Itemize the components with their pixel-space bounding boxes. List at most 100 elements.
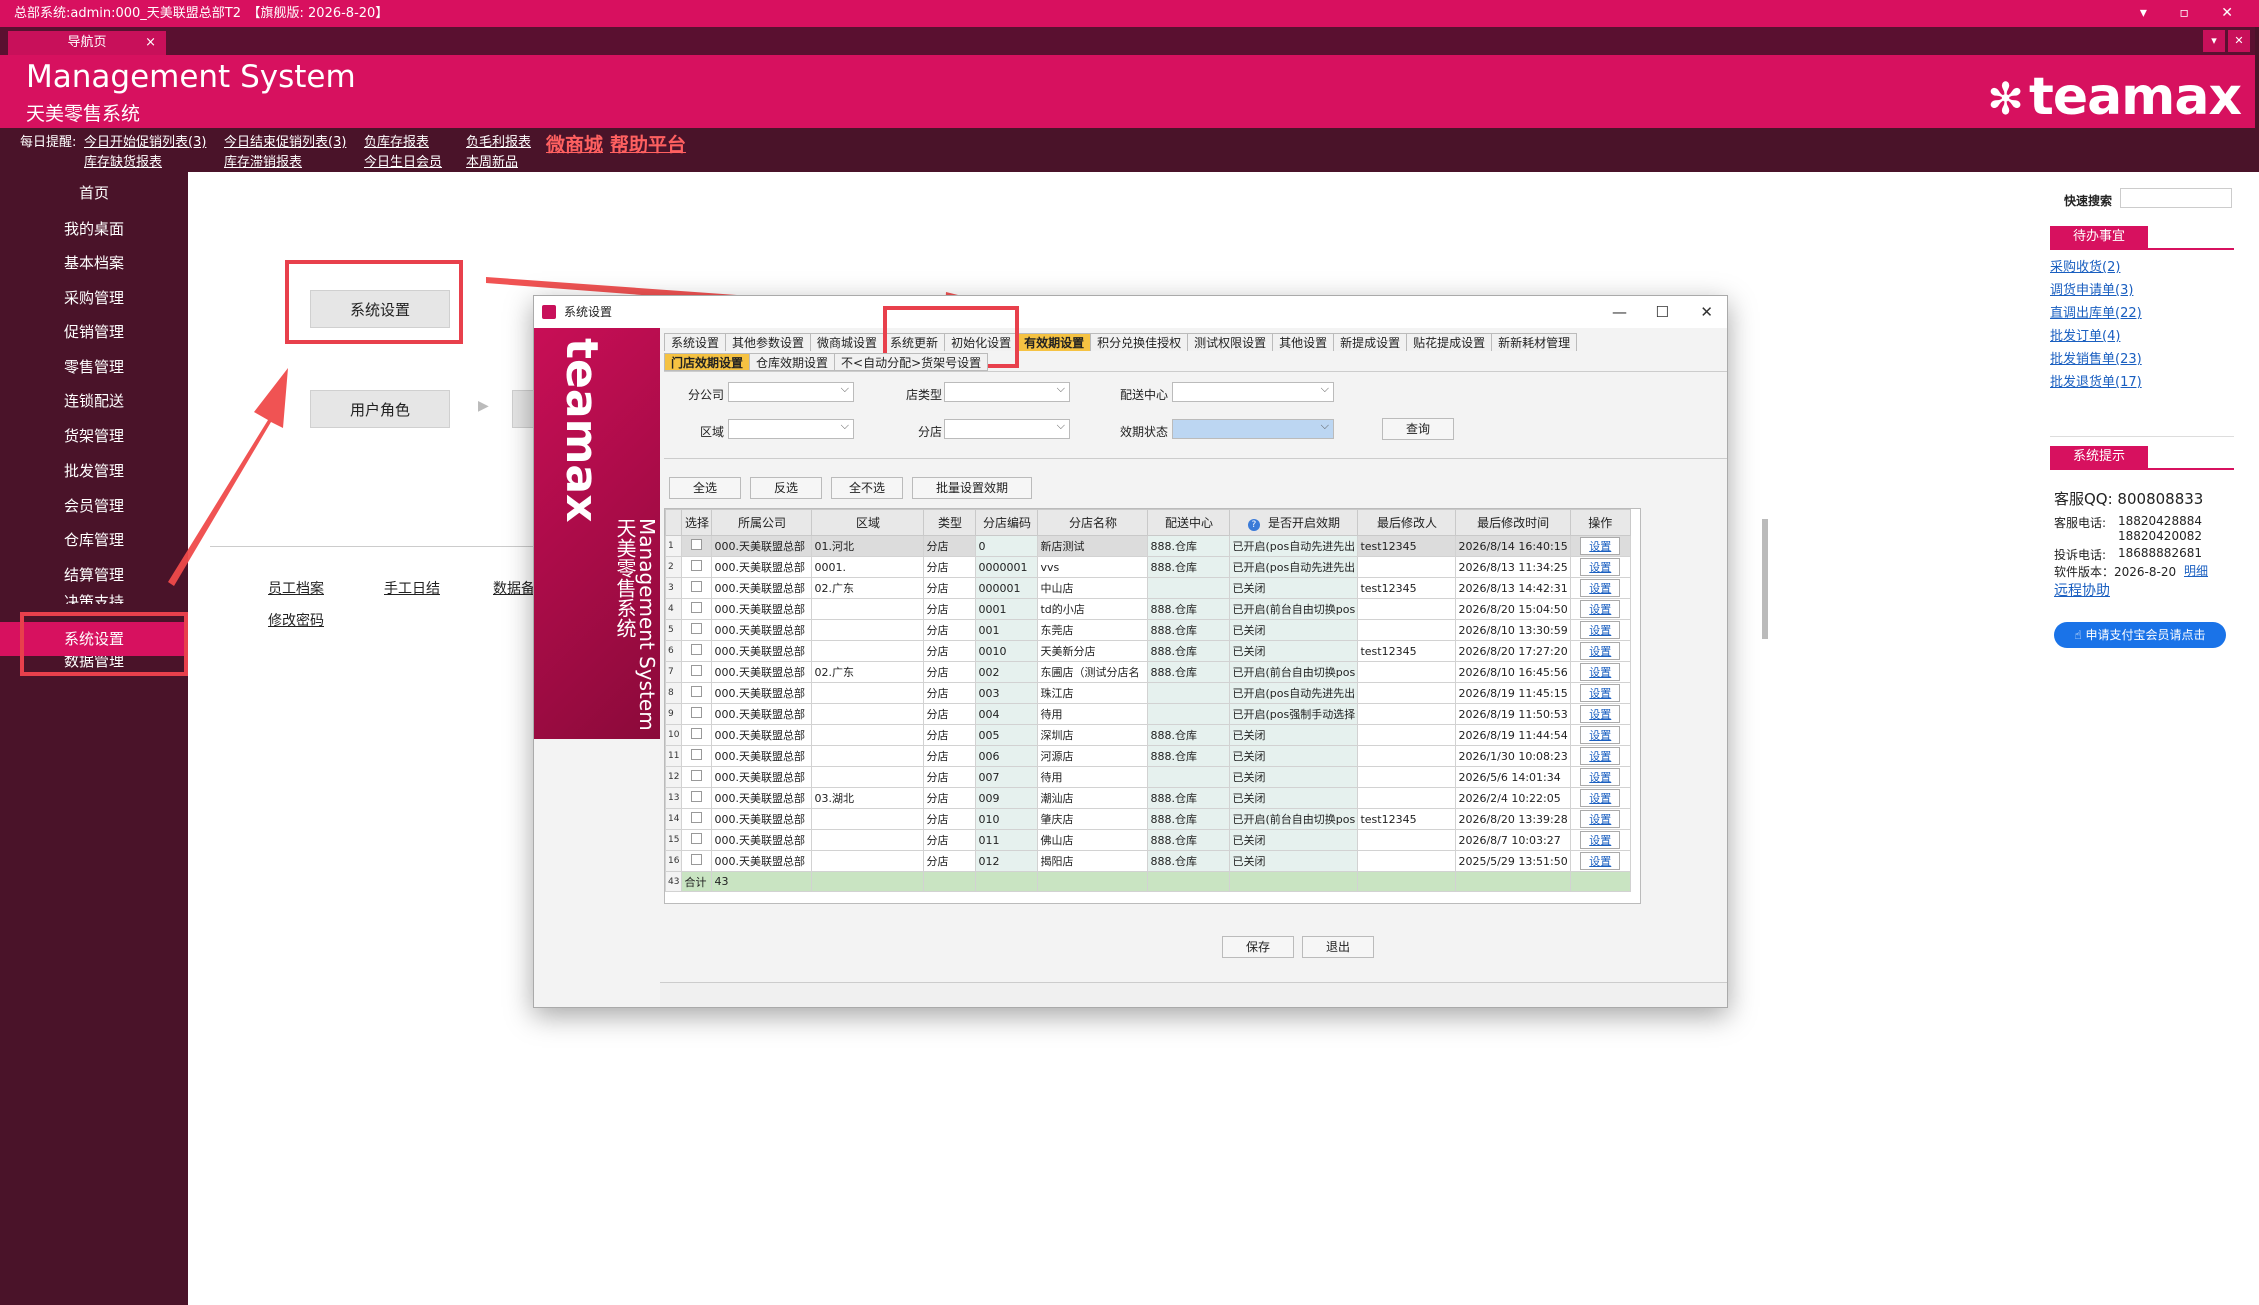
- minimize-icon[interactable]: —: [1612, 296, 1627, 328]
- column-header[interactable]: 分店名称: [1037, 509, 1149, 536]
- action-cell[interactable]: 设置: [1569, 556, 1631, 578]
- set-link[interactable]: 设置: [1580, 621, 1621, 639]
- action-cell[interactable]: 设置: [1569, 808, 1631, 830]
- action-cell[interactable]: 设置: [1569, 745, 1631, 767]
- store-select[interactable]: [944, 419, 1070, 439]
- select-all-button[interactable]: 全选: [669, 477, 741, 499]
- tab-validity[interactable]: 有效期设置: [1017, 333, 1092, 351]
- action-cell[interactable]: 设置: [1569, 787, 1631, 809]
- checkbox[interactable]: [691, 560, 703, 571]
- table-row[interactable]: 12 000.天美联盟总部 分店 007 待用 已关闭 2026/5/6 14:01:34 设…: [664, 766, 1631, 788]
- maximize-icon[interactable]: ☐: [1656, 296, 1669, 328]
- table-row[interactable]: 11 000.天美联盟总部 分店 006 河源店 888.仓库 已关闭 2026/1/30 1…: [664, 745, 1631, 767]
- set-link[interactable]: 设置: [1580, 852, 1621, 870]
- query-button[interactable]: 查询: [1382, 418, 1454, 440]
- exit-button[interactable]: 退出: [1302, 936, 1374, 958]
- store-type-select[interactable]: [944, 382, 1070, 402]
- action-cell[interactable]: 设置: [1569, 640, 1631, 662]
- tab-consumables[interactable]: 新新耗材管理: [1491, 333, 1578, 351]
- tab-sticker[interactable]: 贴花提成设置: [1406, 333, 1493, 351]
- checkbox[interactable]: [691, 581, 703, 592]
- column-header-validity[interactable]: ? 是否开启效期: [1229, 509, 1359, 536]
- checkbox[interactable]: [691, 833, 703, 844]
- dc-select[interactable]: [1172, 382, 1334, 402]
- checkbox[interactable]: [691, 791, 703, 802]
- select-checkbox-cell[interactable]: [681, 745, 713, 767]
- action-cell[interactable]: 设置: [1569, 766, 1631, 788]
- column-header[interactable]: 操作: [1569, 509, 1631, 536]
- select-checkbox-cell[interactable]: [681, 829, 713, 851]
- select-checkbox-cell[interactable]: [681, 661, 713, 683]
- column-header[interactable]: 分店编码: [975, 509, 1039, 536]
- table-row[interactable]: 1 000.天美联盟总部 01.河北 分店 0 新店测试 888.仓库 已开启(pos自动先进…: [664, 535, 1631, 557]
- tab-system[interactable]: 系统设置: [664, 333, 727, 351]
- action-cell[interactable]: 设置: [1569, 535, 1631, 557]
- tab-other-params[interactable]: 其他参数设置: [725, 333, 812, 351]
- set-link[interactable]: 设置: [1580, 810, 1621, 828]
- action-cell[interactable]: 设置: [1569, 598, 1631, 620]
- action-cell[interactable]: 设置: [1569, 724, 1631, 746]
- action-cell[interactable]: 设置: [1569, 850, 1631, 872]
- select-checkbox-cell[interactable]: [681, 577, 713, 599]
- select-checkbox-cell[interactable]: [681, 619, 713, 641]
- checkbox[interactable]: [691, 539, 703, 550]
- branch-company-select[interactable]: [728, 382, 854, 402]
- table-row[interactable]: 6 000.天美联盟总部 分店 0010 天美新分店 888.仓库 已关闭 test12345…: [664, 640, 1631, 662]
- deselect-all-button[interactable]: 全不选: [831, 477, 903, 499]
- checkbox[interactable]: [691, 602, 703, 613]
- set-link[interactable]: 设置: [1580, 768, 1621, 786]
- select-checkbox-cell[interactable]: [681, 598, 713, 620]
- tab-shelf-number[interactable]: 不<自动分配>货架号设置: [834, 353, 989, 371]
- table-row[interactable]: 2 000.天美联盟总部 0001. 分店 0000001 vvs 888.仓库 已开启(po…: [664, 556, 1631, 578]
- set-link[interactable]: 设置: [1580, 579, 1621, 597]
- region-select[interactable]: [728, 419, 854, 439]
- set-link[interactable]: 设置: [1580, 558, 1621, 576]
- table-row[interactable]: 8 000.天美联盟总部 分店 003 珠江店 已开启(pos自动先进先出 2026/8/1…: [664, 682, 1631, 704]
- checkbox[interactable]: [691, 707, 703, 718]
- set-link[interactable]: 设置: [1580, 642, 1621, 660]
- invert-select-button[interactable]: 反选: [750, 477, 822, 499]
- checkbox[interactable]: [691, 665, 703, 676]
- set-link[interactable]: 设置: [1580, 747, 1621, 765]
- checkbox[interactable]: [691, 770, 703, 781]
- checkbox[interactable]: [691, 644, 703, 655]
- action-cell[interactable]: 设置: [1569, 703, 1631, 725]
- checkbox[interactable]: [691, 623, 703, 634]
- checkbox[interactable]: [691, 854, 703, 865]
- tab-store-validity[interactable]: 门店效期设置: [664, 353, 751, 371]
- table-row[interactable]: 4 000.天美联盟总部 分店 0001 td的小店 888.仓库 已开启(前台自由切换po…: [664, 598, 1631, 620]
- table-row[interactable]: 3 000.天美联盟总部 02.广东 分店 000001 中山店 已关闭 test12345 2…: [664, 577, 1631, 599]
- tab-mall[interactable]: 微商城设置: [810, 333, 885, 351]
- table-row[interactable]: 14 000.天美联盟总部 分店 010 肇庆店 888.仓库 已开启(前台自由切换pos t…: [664, 808, 1631, 830]
- set-link[interactable]: 设置: [1580, 705, 1621, 723]
- column-header[interactable]: 类型: [923, 509, 977, 536]
- tab-permissions[interactable]: 测试权限设置: [1187, 333, 1274, 351]
- select-checkbox-cell[interactable]: [681, 556, 713, 578]
- help-icon[interactable]: ?: [1247, 519, 1260, 531]
- close-icon[interactable]: ✕: [1700, 296, 1713, 328]
- table-row[interactable]: 16 000.天美联盟总部 分店 012 揭阳店 888.仓库 已关闭 2025/5/29 1…: [664, 850, 1631, 872]
- set-link[interactable]: 设置: [1580, 789, 1621, 807]
- column-header[interactable]: 选择: [681, 509, 713, 536]
- set-link[interactable]: 设置: [1580, 684, 1621, 702]
- tab-warehouse-validity[interactable]: 仓库效期设置: [749, 353, 836, 371]
- checkbox[interactable]: [691, 686, 703, 697]
- set-link[interactable]: 设置: [1580, 537, 1621, 555]
- tab-other[interactable]: 其他设置: [1272, 333, 1335, 351]
- action-cell[interactable]: 设置: [1569, 619, 1631, 641]
- set-link[interactable]: 设置: [1580, 663, 1621, 681]
- select-checkbox-cell[interactable]: [681, 808, 713, 830]
- select-checkbox-cell[interactable]: [681, 535, 713, 557]
- column-header[interactable]: 最后修改人: [1357, 509, 1457, 536]
- grid-scrollbar[interactable]: [1762, 519, 1768, 639]
- table-row[interactable]: 13 000.天美联盟总部 03.湖北 分店 009 潮汕店 888.仓库 已关闭 2026/2…: [664, 787, 1631, 809]
- tab-points[interactable]: 积分兑换佳授权: [1090, 333, 1189, 351]
- select-checkbox-cell[interactable]: [681, 850, 713, 872]
- action-cell[interactable]: 设置: [1569, 829, 1631, 851]
- status-select[interactable]: [1172, 419, 1334, 439]
- column-header[interactable]: 配送中心: [1147, 509, 1231, 536]
- action-cell[interactable]: 设置: [1569, 682, 1631, 704]
- select-checkbox-cell[interactable]: [681, 724, 713, 746]
- select-checkbox-cell[interactable]: [681, 787, 713, 809]
- checkbox[interactable]: [691, 749, 703, 760]
